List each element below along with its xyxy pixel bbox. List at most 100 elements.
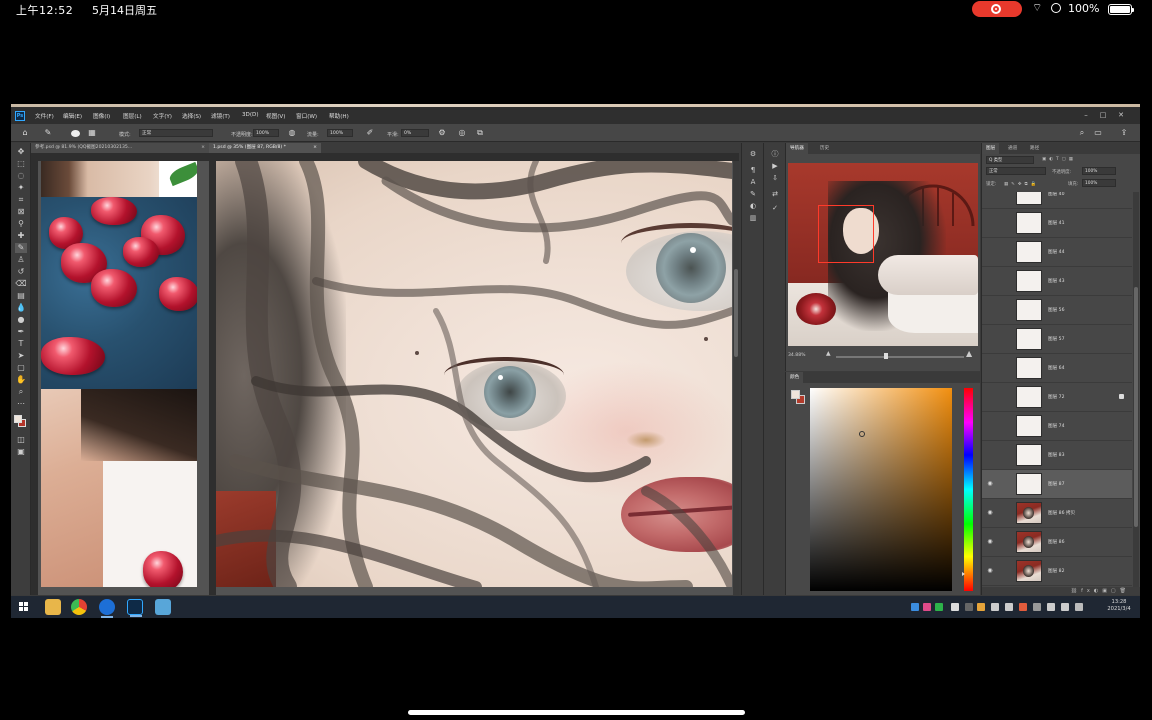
navigator-zoom-value[interactable]: 34.88% [788, 353, 806, 358]
layers-footer-icons[interactable]: ⛓fx◐▣▢🗑 [982, 587, 1140, 595]
history-icon[interactable]: ⇩ [770, 173, 780, 183]
clone-source-icon[interactable]: ▥ [748, 213, 758, 223]
properties-icon[interactable]: ⇄ [770, 189, 780, 199]
layer-row[interactable]: 图层 74 [982, 412, 1132, 441]
tab-history[interactable]: 历史 [816, 143, 833, 154]
tray-app-icon[interactable] [1005, 603, 1013, 611]
hue-slider-arrow[interactable] [962, 572, 965, 576]
layer-row[interactable]: ◉ 图层 86 拷贝 [982, 499, 1132, 528]
screen-recording-indicator[interactable] [972, 1, 1022, 17]
brush-tool-icon[interactable]: ✎ [15, 243, 27, 253]
visibility-eye-icon[interactable] [986, 335, 994, 343]
zoom-in-icon[interactable]: ▲ [966, 349, 972, 358]
tray-app-icon[interactable] [951, 603, 959, 611]
lock-icons[interactable]: ▦✎✥⧉🔒 [1004, 181, 1039, 187]
airbrush-icon[interactable]: ✐ [365, 128, 375, 138]
tray-app-icon[interactable] [1019, 603, 1027, 611]
tab-close-icon[interactable]: × [201, 143, 205, 153]
tray-app-icon[interactable] [977, 603, 985, 611]
layer-row[interactable]: 图层 83 [982, 441, 1132, 470]
layer-thumbnail[interactable] [1016, 192, 1042, 205]
zoom-out-icon[interactable]: ▲ [826, 350, 831, 357]
play-actions-icon[interactable]: ▶ [770, 161, 780, 171]
hand-tool-icon[interactable]: ✋ [15, 375, 27, 385]
close-icon[interactable]: ✕ [1114, 111, 1128, 120]
layer-name[interactable]: 图层 87 [1048, 481, 1065, 487]
layer-name[interactable]: 图层 57 [1048, 336, 1065, 342]
scrollbar-thumb[interactable] [1134, 287, 1138, 527]
layer-thumbnail[interactable] [1016, 473, 1042, 495]
menu-select[interactable]: 选择(S) [182, 112, 201, 120]
symmetry-icon[interactable]: ⧉ [475, 128, 485, 138]
network-icon[interactable] [1047, 603, 1055, 611]
layer-thumbnail[interactable] [1016, 444, 1042, 466]
file-explorer-icon[interactable] [45, 599, 61, 615]
screen-mode-icon[interactable]: ▣ [15, 447, 27, 457]
menu-edit[interactable]: 编辑(E) [63, 112, 82, 120]
tray-app-icon[interactable] [935, 603, 943, 611]
reference-document-canvas[interactable] [31, 153, 209, 596]
layer-row[interactable]: 图层 57 [982, 325, 1132, 354]
pressure-opacity-icon[interactable]: ◍ [287, 128, 297, 138]
tab-close-icon[interactable]: × [313, 143, 317, 153]
layer-name[interactable]: 图层 44 [1048, 249, 1065, 255]
zoom-tool-icon[interactable]: ⌕ [15, 387, 27, 397]
mode-select[interactable]: 正常 [139, 129, 213, 137]
eyedropper-tool-icon[interactable]: ⚲ [15, 219, 27, 229]
tray-app-icon[interactable] [911, 603, 919, 611]
clone-stamp-tool-icon[interactable]: ♙ [15, 255, 27, 265]
frame-tool-icon[interactable]: ⊠ [15, 207, 27, 217]
layer-thumbnail[interactable] [1016, 502, 1042, 524]
layer-thumbnail[interactable] [1016, 560, 1042, 582]
tab-main-doc[interactable]: 1.psd @ 35% (图层 87, RGB/8) * × [209, 143, 321, 153]
tray-app-icon[interactable] [1033, 603, 1041, 611]
character-icon[interactable]: A [748, 177, 758, 187]
layer-name[interactable]: 图层 64 [1048, 365, 1065, 371]
hue-slider[interactable] [964, 388, 973, 591]
layer-name[interactable]: 图层 82 [1048, 568, 1065, 574]
brushes-icon[interactable]: ✎ [748, 189, 758, 199]
layer-thumbnail[interactable] [1016, 328, 1042, 350]
layer-name[interactable]: 图层 86 [1048, 539, 1065, 545]
marquee-tool-icon[interactable]: ⬚ [15, 159, 27, 169]
eraser-tool-icon[interactable]: ⌫ [15, 279, 27, 289]
scrollbar-thumb[interactable] [734, 269, 738, 357]
main-document-canvas[interactable] [209, 153, 739, 596]
path-selection-tool-icon[interactable]: ➤ [15, 351, 27, 361]
navigator-zoom-slider[interactable] [836, 353, 964, 359]
swatches-icon[interactable]: ◐ [748, 201, 758, 211]
healing-tool-icon[interactable]: ✚ [15, 231, 27, 241]
tab-reference-doc[interactable]: 参考.psd @ 81.9% (QQ截图20210302135... × [31, 143, 209, 153]
brush-preset-picker[interactable] [71, 130, 80, 137]
tab-color[interactable]: 颜色 [786, 372, 804, 383]
layer-filter-select[interactable]: Q 类型 [986, 156, 1034, 164]
paragraph-icon[interactable]: ¶ [748, 165, 758, 175]
color-foreground-swatch[interactable] [791, 390, 800, 399]
layer-name[interactable]: 图层 83 [1048, 452, 1065, 458]
home-indicator[interactable] [408, 710, 745, 715]
screen-capture-app-icon[interactable] [155, 599, 171, 615]
lasso-tool-icon[interactable]: ◌ [15, 171, 27, 181]
visibility-eye-icon[interactable] [986, 393, 994, 401]
minimize-icon[interactable]: – [1079, 111, 1093, 120]
windows-start-icon[interactable] [19, 602, 29, 612]
tab-navigator[interactable]: 导航器 [786, 143, 808, 154]
photoshop-taskbar-icon[interactable] [127, 599, 143, 617]
tab-paths[interactable]: 路径 [1026, 143, 1043, 154]
blur-tool-icon[interactable]: 💧 [15, 303, 27, 313]
layer-name[interactable]: 图层 43 [1048, 278, 1065, 284]
chrome-icon[interactable] [71, 599, 87, 615]
layer-thumbnail[interactable] [1016, 415, 1042, 437]
visibility-eye-icon[interactable] [986, 219, 994, 227]
pressure-size-icon[interactable]: ◎ [457, 128, 467, 138]
layer-row[interactable]: 图层 44 [982, 238, 1132, 267]
menu-image[interactable]: 图像(I) [93, 112, 110, 120]
navigator-preview[interactable] [788, 163, 978, 346]
app-icon[interactable] [99, 599, 115, 618]
layer-name[interactable]: 图层 41 [1048, 220, 1065, 226]
tray-app-icon[interactable] [923, 603, 931, 611]
layer-thumbnail[interactable] [1016, 270, 1042, 292]
share-icon[interactable]: ⇪ [1119, 128, 1129, 138]
maximize-icon[interactable]: □ [1096, 111, 1110, 120]
menu-window[interactable]: 窗口(W) [296, 112, 317, 120]
